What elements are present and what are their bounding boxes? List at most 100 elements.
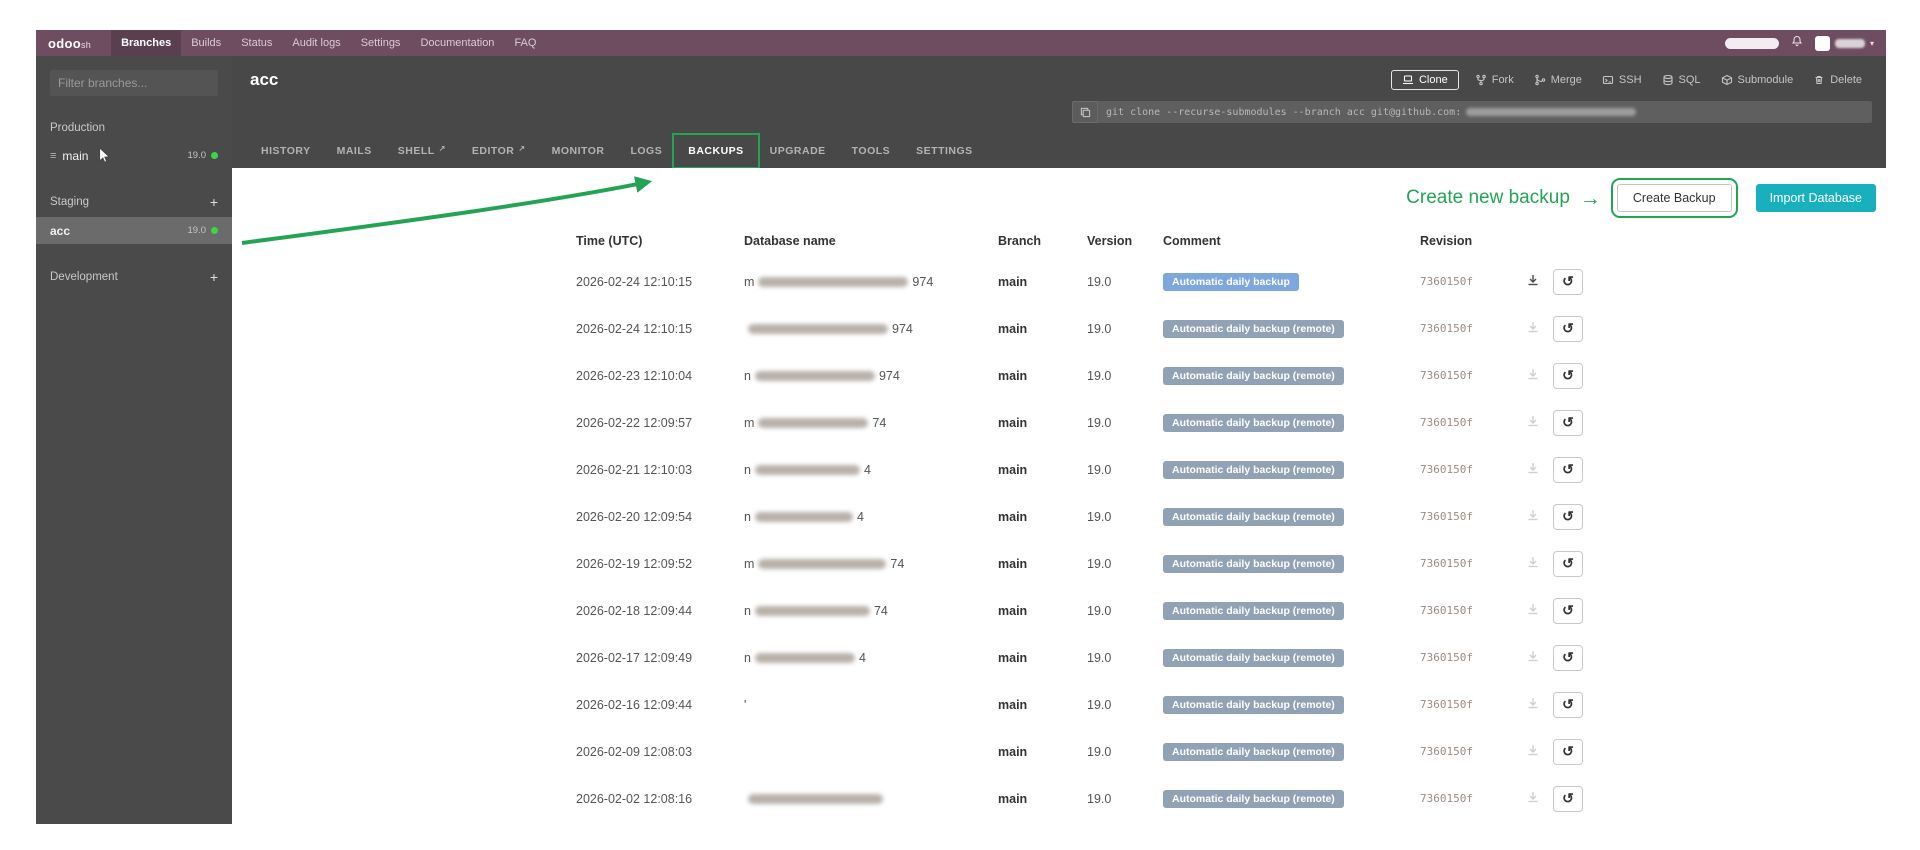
table-row: 2026-02-09 12:08:03 main 19.0 Automatic dai… xyxy=(576,728,1603,775)
git-clone-command[interactable]: git clone --recurse-submodules --branch … xyxy=(1098,101,1872,123)
revision: 7360150f xyxy=(1420,557,1473,570)
tab-tools[interactable]: TOOLS xyxy=(839,136,903,166)
download-button xyxy=(1513,412,1553,433)
nav-item-branches[interactable]: Branches xyxy=(111,30,182,56)
import-database-button[interactable]: Import Database xyxy=(1755,184,1876,212)
restore-button[interactable]: ↺ xyxy=(1553,362,1583,389)
revision: 7360150f xyxy=(1420,792,1473,805)
branch-cell: main xyxy=(998,697,1028,712)
add-branch-button[interactable]: + xyxy=(210,270,218,284)
backup-time: 2026-02-09 12:08:03 xyxy=(576,744,693,759)
create-backup-button[interactable]: Create Backup xyxy=(1610,178,1738,218)
restore-button[interactable]: ↺ xyxy=(1553,268,1583,295)
nav-item-status[interactable]: Status xyxy=(231,30,282,56)
tab-editor[interactable]: EDITOR ↗ xyxy=(459,136,539,166)
git-command-text: git clone --recurse-submodules --branch … xyxy=(1106,106,1462,118)
comment-cell: Automatic daily backup (remote) xyxy=(1163,648,1420,667)
download-button xyxy=(1513,788,1553,809)
db-name-visible: m xyxy=(744,556,755,571)
toolbar-clone-button[interactable]: Clone xyxy=(1390,70,1459,90)
restore-button[interactable]: ↺ xyxy=(1553,785,1583,812)
toolbar-sql-button[interactable]: SQL xyxy=(1652,71,1711,89)
drag-handle-icon: ≡ xyxy=(50,149,57,162)
navbar-right: ▾ xyxy=(1724,34,1874,52)
download-button xyxy=(1513,318,1553,339)
toolbar-fork-button[interactable]: Fork xyxy=(1465,71,1524,89)
column-header-revision: Revision xyxy=(1420,234,1473,248)
db-name-suffix: 974 xyxy=(892,321,913,336)
tab-label: MAILS xyxy=(336,145,372,157)
branch-cell: main xyxy=(998,462,1028,477)
db-name: n 74 xyxy=(744,604,998,618)
toolbar-delete-button[interactable]: Delete xyxy=(1803,71,1872,89)
comment-badge: Automatic daily backup (remote) xyxy=(1163,554,1344,573)
nav-item-settings[interactable]: Settings xyxy=(351,30,411,56)
add-branch-button[interactable]: + xyxy=(210,195,218,209)
toolbar-button-label: Merge xyxy=(1550,74,1582,86)
copy-icon[interactable] xyxy=(1072,101,1098,123)
nav-item-audit-logs[interactable]: Audit logs xyxy=(282,30,350,56)
backup-time: 2026-02-24 12:10:15 xyxy=(576,274,693,289)
version-cell: 19.0 xyxy=(1087,556,1112,571)
restore-button[interactable]: ↺ xyxy=(1553,597,1583,624)
toolbar-button-label: Submodule xyxy=(1737,74,1794,86)
tab-monitor[interactable]: MONITOR xyxy=(539,136,618,166)
avatar xyxy=(1814,35,1830,51)
branch-name: acc xyxy=(50,223,71,238)
toolbar-ssh-button[interactable]: SSH xyxy=(1592,71,1652,89)
tab-logs[interactable]: LOGS xyxy=(617,136,675,166)
sidebar-item-acc[interactable]: acc 19.0 xyxy=(36,217,232,244)
db-name: m 974 xyxy=(744,275,998,289)
restore-button[interactable]: ↺ xyxy=(1553,644,1583,671)
tab-settings[interactable]: SETTINGS xyxy=(903,136,986,166)
download-button[interactable] xyxy=(1513,271,1553,292)
restore-button[interactable]: ↺ xyxy=(1553,503,1583,530)
toolbar-merge-button[interactable]: Merge xyxy=(1524,71,1592,89)
toolbar-button-label: SSH xyxy=(1618,74,1642,86)
tab-label: SHELL xyxy=(397,145,435,157)
backup-time: 2026-02-24 12:10:15 xyxy=(576,321,693,336)
tab-backups[interactable]: BACKUPS xyxy=(672,133,760,169)
section-label-text: Production xyxy=(50,122,105,134)
comment-cell: Automatic daily backup (remote) xyxy=(1163,460,1420,479)
tab-label: EDITOR xyxy=(471,145,515,157)
backup-time: 2026-02-21 12:10:03 xyxy=(576,462,693,477)
tab-mails[interactable]: MAILS xyxy=(324,136,385,166)
restore-button[interactable]: ↺ xyxy=(1553,691,1583,718)
revision: 7360150f xyxy=(1420,510,1473,523)
restore-button[interactable]: ↺ xyxy=(1553,409,1583,436)
toolbar-button-label: Delete xyxy=(1830,74,1862,86)
toolbar-submodule-button[interactable]: Submodule xyxy=(1711,71,1804,89)
db-name-suffix: 974 xyxy=(912,274,934,289)
db-name xyxy=(744,792,998,806)
user-menu[interactable]: ▾ xyxy=(1814,35,1874,51)
restore-button[interactable]: ↺ xyxy=(1553,550,1583,577)
db-name-visible: n xyxy=(744,462,751,477)
section-label-text: Development xyxy=(50,271,118,283)
tab-shell[interactable]: SHELL ↗ xyxy=(385,136,459,166)
comment-badge: Automatic daily backup (remote) xyxy=(1163,695,1344,714)
restore-button[interactable]: ↺ xyxy=(1553,456,1583,483)
sidebar-section-staging: Staging + xyxy=(36,195,232,209)
nav-item-documentation[interactable]: Documentation xyxy=(410,30,504,56)
tab-history[interactable]: HISTORY xyxy=(248,136,324,166)
tab-label: SETTINGS xyxy=(916,145,973,157)
revision: 7360150f xyxy=(1420,651,1473,664)
merge-icon xyxy=(1534,74,1545,86)
version-cell: 19.0 xyxy=(1087,650,1112,665)
branch-cell: main xyxy=(998,791,1028,806)
comment-cell: Automatic daily backup (remote) xyxy=(1163,319,1420,338)
download-button xyxy=(1513,365,1553,386)
tab-upgrade[interactable]: UPGRADE xyxy=(757,136,839,166)
nav-item-builds[interactable]: Builds xyxy=(181,30,231,56)
comment-cell: Automatic daily backup xyxy=(1163,272,1420,291)
comment-cell: Automatic daily backup (remote) xyxy=(1163,413,1420,432)
restore-button[interactable]: ↺ xyxy=(1553,315,1583,342)
sidebar-item-main[interactable]: ≡ main 19.0 xyxy=(36,142,232,169)
notifications-bell-icon[interactable] xyxy=(1791,34,1803,52)
nav-item-faq[interactable]: FAQ xyxy=(504,30,546,56)
filter-branches-input[interactable] xyxy=(50,70,218,96)
db-name-redacted xyxy=(754,512,853,523)
tab-label: TOOLS xyxy=(851,145,891,157)
restore-button[interactable]: ↺ xyxy=(1553,738,1583,765)
